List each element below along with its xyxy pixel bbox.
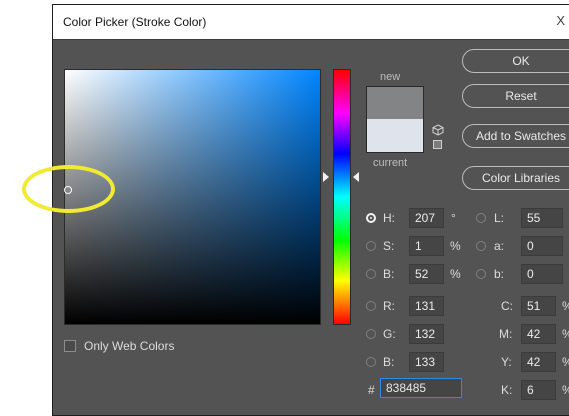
hue-unit: ° bbox=[451, 211, 456, 225]
lab-l-label: L: bbox=[494, 211, 505, 225]
cyan-label: C: bbox=[501, 299, 513, 313]
yellow-label: Y: bbox=[501, 355, 512, 369]
red-radio[interactable] bbox=[366, 301, 376, 311]
lab-l-field[interactable] bbox=[521, 208, 563, 228]
saturation-radio[interactable] bbox=[366, 241, 376, 251]
hue-slider[interactable] bbox=[333, 69, 351, 325]
hue-radio[interactable] bbox=[366, 213, 376, 223]
lab-b-field[interactable] bbox=[521, 264, 563, 284]
cyan-field[interactable] bbox=[521, 296, 556, 316]
black-unit: % bbox=[562, 383, 569, 397]
brightness-field[interactable] bbox=[409, 264, 444, 284]
color-libraries-button[interactable]: Color Libraries bbox=[462, 166, 569, 190]
lab-a-field[interactable] bbox=[521, 236, 563, 256]
brightness-label: B: bbox=[383, 267, 395, 281]
saturation-unit: % bbox=[450, 239, 461, 253]
green-field[interactable] bbox=[409, 324, 444, 344]
blue-label: B: bbox=[383, 355, 395, 369]
cube-icon[interactable] bbox=[432, 124, 444, 136]
reset-button[interactable]: Reset bbox=[462, 84, 569, 108]
blue-radio[interactable] bbox=[366, 357, 376, 367]
title-bar: Color Picker (Stroke Color) X bbox=[53, 5, 569, 40]
hue-label: H: bbox=[383, 211, 395, 225]
new-color-label: new bbox=[380, 71, 401, 83]
cyan-unit: % bbox=[562, 299, 569, 313]
hue-slider-handle-left[interactable] bbox=[323, 172, 329, 182]
ok-button[interactable]: OK bbox=[462, 49, 569, 73]
hue-slider-handle-right[interactable] bbox=[353, 172, 359, 182]
green-label: G: bbox=[383, 327, 396, 341]
red-label: R: bbox=[383, 299, 395, 313]
saturation-label: S: bbox=[383, 239, 395, 253]
saturation-field[interactable] bbox=[409, 236, 444, 256]
red-field[interactable] bbox=[409, 296, 444, 316]
magenta-unit: % bbox=[562, 327, 569, 341]
current-color-swatch[interactable] bbox=[366, 119, 424, 153]
only-web-colors-checkbox[interactable] bbox=[64, 340, 76, 352]
lab-b-label: b: bbox=[494, 267, 505, 281]
black-field[interactable] bbox=[521, 380, 556, 400]
add-to-swatches-button[interactable]: Add to Swatches bbox=[462, 124, 569, 148]
current-color-label: current bbox=[373, 157, 408, 169]
lab-a-radio[interactable] bbox=[476, 241, 486, 251]
green-radio[interactable] bbox=[366, 329, 376, 339]
blue-field[interactable] bbox=[409, 352, 444, 372]
new-color-swatch bbox=[366, 86, 424, 119]
dialog-title: Color Picker (Stroke Color) bbox=[63, 15, 207, 29]
brightness-radio[interactable] bbox=[366, 269, 376, 279]
magenta-label: M: bbox=[499, 327, 513, 341]
brightness-unit: % bbox=[450, 267, 461, 281]
lab-l-radio[interactable] bbox=[476, 213, 486, 223]
yellow-field[interactable] bbox=[521, 352, 556, 372]
color-field-marker[interactable] bbox=[64, 186, 72, 194]
magenta-field[interactable] bbox=[521, 324, 556, 344]
yellow-unit: % bbox=[562, 355, 569, 369]
hue-field[interactable] bbox=[409, 208, 444, 228]
lab-b-radio[interactable] bbox=[476, 269, 486, 279]
color-field[interactable] bbox=[64, 69, 321, 325]
websafe-swatch-icon[interactable] bbox=[433, 140, 442, 149]
black-label: K: bbox=[501, 383, 513, 397]
only-web-colors-label: Only Web Colors bbox=[84, 339, 175, 353]
lab-a-label: a: bbox=[494, 239, 505, 253]
hex-field[interactable] bbox=[380, 378, 462, 398]
hex-label: # bbox=[368, 383, 375, 397]
close-icon[interactable]: X bbox=[556, 13, 565, 28]
